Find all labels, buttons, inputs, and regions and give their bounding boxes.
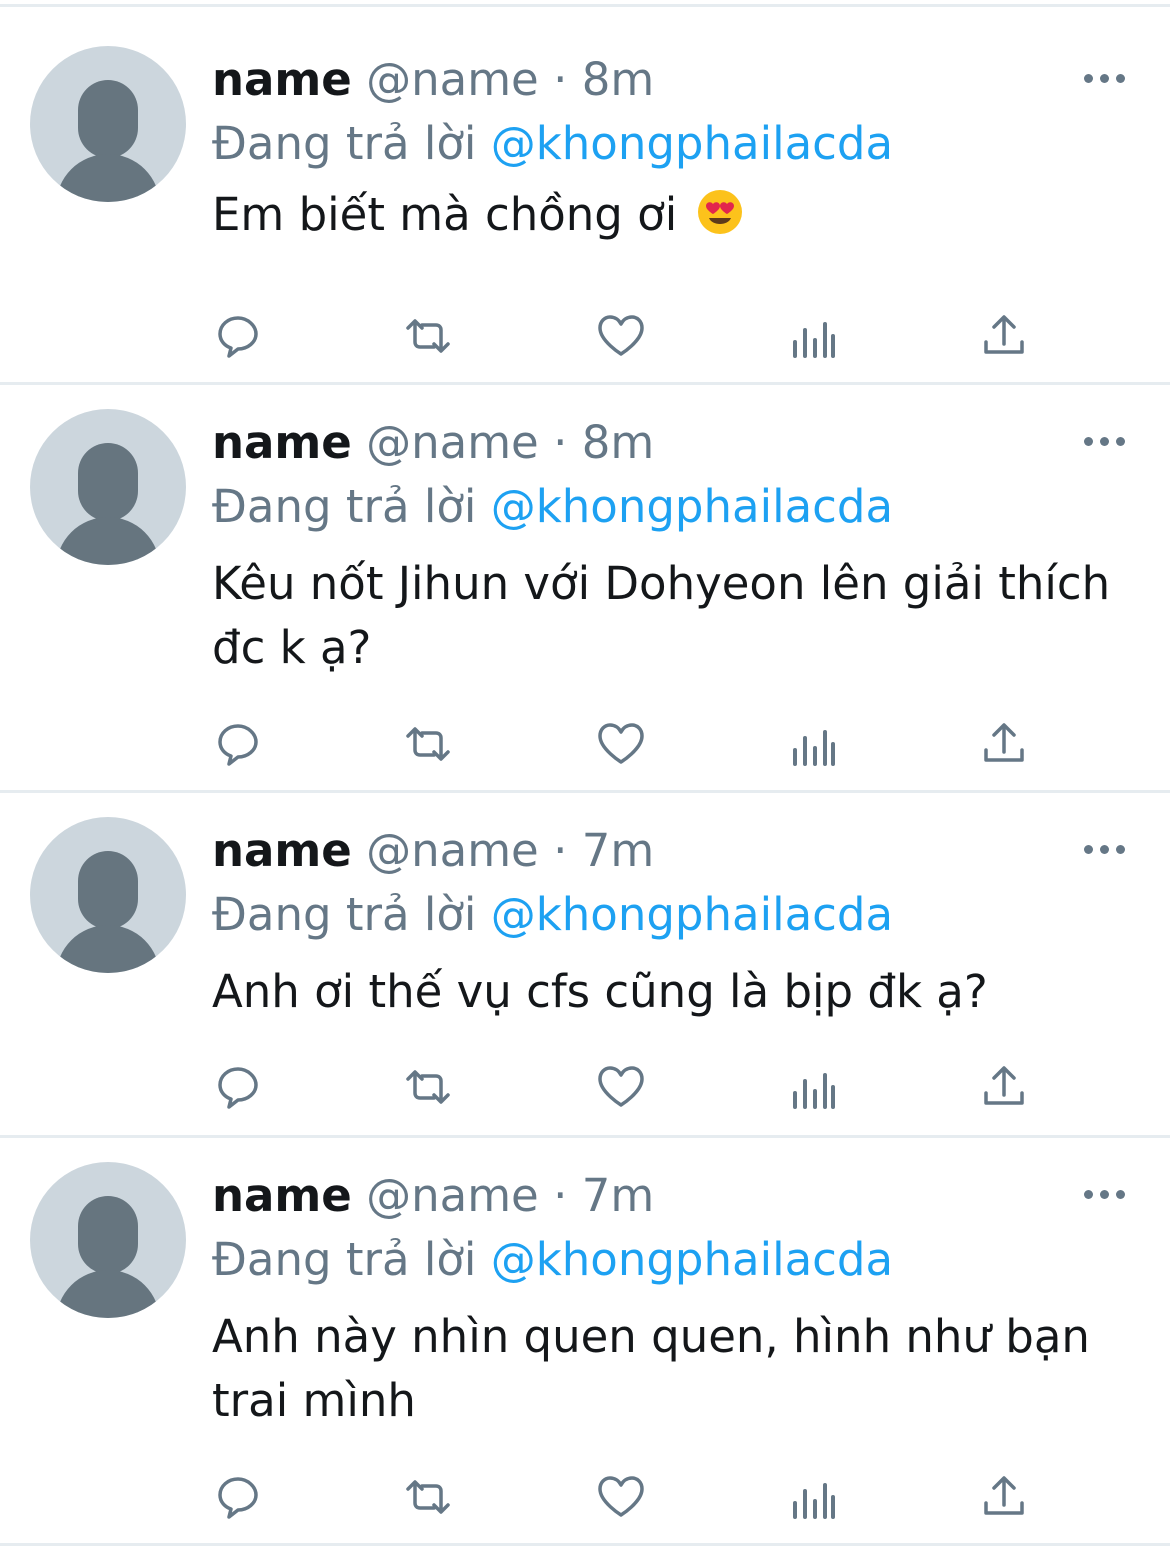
tweet-text: Kêu nốt Jihun với Dohyeon lên giải thích… [212, 557, 1111, 674]
share-icon [984, 1066, 1024, 1105]
tweet-text-content: Em biết mà chồng ơi [212, 188, 678, 241]
heart-eyes-emoji [697, 190, 742, 234]
like-button[interactable] [593, 716, 649, 772]
analytics-icon [793, 1073, 835, 1109]
reply-button[interactable] [210, 716, 266, 772]
reply-mention-link[interactable]: @khongphailacda [491, 480, 893, 533]
retweet-button[interactable] [400, 1469, 456, 1525]
analytics-button[interactable] [785, 1473, 841, 1529]
timestamp[interactable]: 8m [582, 53, 654, 106]
timestamp[interactable]: 7m [582, 1169, 654, 1222]
handle[interactable]: @name [366, 824, 539, 877]
reply-mention-link[interactable]: @khongphailacda [491, 117, 893, 170]
replying-to: Đang trả lời @khongphailacda [212, 479, 893, 535]
avatar[interactable] [30, 409, 186, 565]
more-icon[interactable] [1084, 74, 1126, 84]
analytics-icon [793, 322, 835, 358]
retweet-icon [406, 1070, 450, 1104]
reply-prefix: Đang trả lời [212, 888, 477, 941]
reply-button[interactable] [210, 1059, 266, 1115]
share-icon [984, 723, 1024, 762]
like-icon [598, 1476, 644, 1517]
handle[interactable]: @name [366, 1169, 539, 1222]
more-icon[interactable] [1084, 437, 1126, 447]
analytics-button[interactable] [785, 312, 841, 368]
reply-prefix: Đang trả lời [212, 117, 477, 170]
separator: · [553, 824, 568, 877]
analytics-button[interactable] [785, 1063, 841, 1119]
retweet-button[interactable] [400, 1059, 456, 1115]
more-icon[interactable] [1084, 1190, 1126, 1200]
avatar[interactable] [30, 46, 186, 202]
timestamp[interactable]: 8m [582, 416, 654, 469]
reply-prefix: Đang trả lời [212, 1233, 477, 1286]
replying-to: Đang trả lời @khongphailacda [212, 887, 893, 943]
display-name[interactable]: name [212, 53, 352, 106]
timestamp[interactable]: 7m [582, 824, 654, 877]
share-icon [984, 315, 1024, 354]
tweet-header: name @name · 8m [212, 52, 654, 108]
separator: · [553, 416, 568, 469]
retweet-icon [406, 1480, 450, 1514]
tweet[interactable]: name @name · 8m Đang trả lời @khongphail… [0, 363, 1170, 790]
display-name[interactable]: name [212, 1169, 352, 1222]
like-icon [598, 1066, 644, 1107]
replying-to: Đang trả lời @khongphailacda [212, 116, 893, 172]
share-button[interactable] [976, 308, 1032, 364]
retweet-button[interactable] [400, 716, 456, 772]
tweet-text: Anh này nhìn quen quen, hình như bạn tra… [212, 1310, 1090, 1427]
retweet-icon [406, 319, 450, 353]
replying-to: Đang trả lời @khongphailacda [212, 1232, 893, 1288]
handle[interactable]: @name [366, 53, 539, 106]
retweet-icon [406, 727, 450, 761]
divider-bottom [0, 1543, 1170, 1546]
analytics-icon [793, 1483, 835, 1519]
handle[interactable]: @name [366, 416, 539, 469]
display-name[interactable]: name [212, 824, 352, 877]
reply-icon [218, 316, 258, 358]
more-icon[interactable] [1084, 845, 1126, 855]
separator: · [553, 53, 568, 106]
tweet-header: name @name · 7m [212, 823, 654, 879]
reply-prefix: Đang trả lời [212, 480, 477, 533]
avatar[interactable] [30, 1162, 186, 1318]
reply-button[interactable] [210, 308, 266, 364]
display-name[interactable]: name [212, 416, 352, 469]
analytics-icon [793, 730, 835, 766]
share-button[interactable] [976, 1469, 1032, 1525]
reply-icon [218, 1067, 258, 1109]
tweet[interactable]: name @name · 7m Đang trả lời @khongphail… [0, 771, 1170, 1135]
retweet-button[interactable] [400, 308, 456, 364]
tweet-text: Anh ơi thế vụ cfs cũng là bịp đk ạ? [212, 965, 988, 1018]
tweet[interactable]: name @name · 7m Đang trả lời @khongphail… [0, 1116, 1170, 1543]
reply-icon [218, 1477, 258, 1519]
reply-icon [218, 724, 258, 766]
tweet-header: name @name · 7m [212, 1168, 654, 1224]
tweet-header: name @name · 8m [212, 415, 654, 471]
avatar[interactable] [30, 817, 186, 973]
analytics-button[interactable] [785, 720, 841, 776]
tweet[interactable]: name @name · 8m Đang trả lời @khongphail… [0, 0, 1170, 382]
reply-button[interactable] [210, 1469, 266, 1525]
separator: · [553, 1169, 568, 1222]
like-button[interactable] [593, 1469, 649, 1525]
reply-mention-link[interactable]: @khongphailacda [491, 1233, 893, 1286]
like-icon [598, 315, 644, 356]
share-icon [984, 1476, 1024, 1515]
tweet-text: Em biết mà chồng ơi [212, 183, 1112, 247]
reply-mention-link[interactable]: @khongphailacda [491, 888, 893, 941]
share-button[interactable] [976, 1059, 1032, 1115]
like-icon [598, 723, 644, 764]
like-button[interactable] [593, 308, 649, 364]
share-button[interactable] [976, 716, 1032, 772]
like-button[interactable] [593, 1059, 649, 1115]
